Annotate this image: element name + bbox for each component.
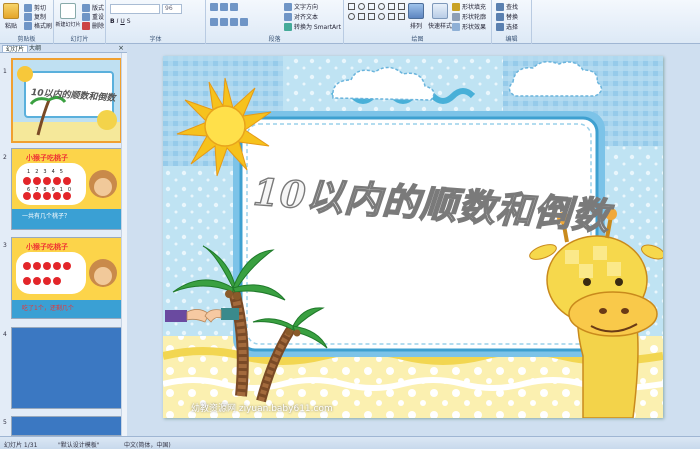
paste-button[interactable]: 粘贴 [3, 3, 19, 30]
arrange-button[interactable]: 排列 [408, 3, 424, 30]
delete-button[interactable]: 删除 [82, 21, 104, 30]
bold-icon[interactable]: B [110, 18, 115, 25]
find-button[interactable]: 查找 [496, 2, 518, 11]
clipboard-group-label: 剪贴板 [17, 36, 36, 43]
replace-icon [496, 12, 504, 21]
select-button[interactable]: 选择 [496, 22, 518, 31]
align-icons[interactable] [210, 18, 248, 26]
thumb-number: 5 [3, 419, 7, 426]
italic-icon[interactable]: I [117, 18, 119, 25]
thumb-number: 2 [3, 154, 7, 161]
layout-button[interactable]: 版式 [82, 3, 104, 12]
reset-button[interactable]: 重设 [82, 12, 104, 21]
drawing-group: 排列 快速样式 形状填充 形状轮廓 形状效果 绘图 [344, 0, 492, 44]
shape-outline-button[interactable]: 形状轮廓 [452, 12, 486, 21]
paragraph-group: 文字方向 对齐文本 转换为 SmartArt 段落 [206, 0, 344, 44]
new-slide-icon [60, 3, 76, 19]
select-icon [496, 22, 504, 31]
shape-fill-button[interactable]: 形状填充 [452, 2, 486, 11]
paste-icon [3, 3, 19, 19]
slides-panel: 幻灯片 大纲 × 1 10以内的顺数和倒数 2 小猴子吃桃子 12345 678… [0, 44, 127, 436]
slide-counter: 幻灯片 1/31 [4, 442, 38, 449]
font-format-buttons: B I U S [110, 18, 131, 25]
fill-icon [452, 2, 460, 11]
thumb-number: 3 [3, 242, 7, 249]
smartart-icon [284, 22, 292, 31]
underline-icon[interactable]: U [120, 18, 124, 25]
tab-slides[interactable]: 幻灯片 [2, 45, 29, 53]
numbers-row: 12345 [27, 169, 68, 175]
copy-icon [24, 12, 32, 21]
layout-icon [82, 3, 90, 12]
drawing-group-label: 绘图 [411, 36, 424, 43]
reset-icon [82, 12, 90, 21]
slide-thumbnail-5[interactable] [11, 416, 122, 436]
quick-styles-icon [432, 3, 448, 19]
text-direction-icon [284, 2, 292, 11]
shapes-gallery[interactable] [348, 3, 406, 10]
font-name-select[interactable] [110, 4, 160, 14]
thumbnail-caption: 一共有几个桃子？ [22, 213, 71, 220]
thumb-number: 1 [3, 68, 7, 75]
align-text-icon [284, 12, 292, 21]
numbers-row: 678910 [27, 187, 77, 193]
font-group-label: 字体 [149, 36, 162, 43]
status-bar: 幻灯片 1/31 "默认设计模板" 中文(简体，中国) [0, 436, 700, 449]
align-text-button[interactable]: 对齐文本 [284, 12, 318, 21]
slide-thumbnail-3[interactable]: 小猴子吃桃子 吃了1个，还剩几个 [11, 237, 122, 319]
slide-thumbnail-2[interactable]: 小猴子吃桃子 12345 678910 一共有几个桃子？ [11, 148, 122, 230]
slides-group-label: 幻灯片 [70, 36, 89, 43]
close-icon[interactable]: × [118, 44, 124, 52]
arrange-icon [408, 3, 424, 19]
thumb-number: 4 [3, 331, 7, 338]
smartart-button[interactable]: 转换为 SmartArt [284, 22, 341, 31]
replace-button[interactable]: 替换 [496, 12, 518, 21]
delete-icon [82, 21, 90, 30]
slide-canvas[interactable]: 10以内的顺数和倒数 幼教资源网 ziyuan.baby611.com [163, 56, 663, 418]
slide-editor: 10以内的顺数和倒数 幼教资源网 ziyuan.baby611.com [127, 44, 700, 436]
slide-thumbnail-1[interactable]: 10以内的顺数和倒数 [11, 58, 122, 143]
thumbnail-caption: 吃了1个，还剩几个 [22, 305, 74, 312]
outline-icon [452, 12, 460, 21]
copy-button[interactable]: 复制 [24, 12, 46, 21]
editing-group: 查找 替换 选择 编辑 [492, 0, 532, 44]
font-size-select[interactable]: 96 [162, 4, 182, 14]
slide-thumbnail-4[interactable] [11, 327, 122, 409]
clipboard-group: 粘贴 剪切 复制 格式刷 剪贴板 [0, 0, 54, 44]
paragraph-group-label: 段落 [268, 36, 281, 43]
tab-outline[interactable]: 大纲 [26, 45, 44, 52]
cut-button[interactable]: 剪切 [24, 3, 46, 12]
theme-name: "默认设计模板" [58, 442, 100, 449]
quick-styles-button[interactable]: 快速样式 [428, 3, 452, 30]
brush-icon [24, 21, 32, 30]
panel-tabs: 幻灯片 大纲 × [0, 44, 127, 53]
language-indicator: 中文(简体，中国) [124, 442, 171, 449]
editing-group-label: 编辑 [505, 36, 518, 43]
font-group: 96 B I U S 字体 [106, 0, 206, 44]
effects-icon [452, 22, 460, 31]
new-slide-button[interactable]: 新建幻灯片 [56, 3, 81, 28]
text-direction-button[interactable]: 文字方向 [284, 2, 318, 11]
watermark-text: 幼教资源网 ziyuan.baby611.com [191, 404, 333, 414]
shape-effects-button[interactable]: 形状效果 [452, 22, 486, 31]
slides-group: 新建幻灯片 版式 重设 删除 幻灯片 [54, 0, 106, 44]
shapes-gallery-row2[interactable] [348, 13, 406, 20]
scissors-icon [24, 3, 32, 12]
ribbon: 粘贴 剪切 复制 格式刷 剪贴板 新建幻灯片 版式 重设 删除 幻灯片 96 B… [0, 0, 700, 44]
find-icon [496, 2, 504, 11]
format-painter-button[interactable]: 格式刷 [24, 21, 52, 30]
strikethrough-icon[interactable]: S [127, 18, 131, 25]
bullets-icon[interactable] [210, 3, 238, 11]
